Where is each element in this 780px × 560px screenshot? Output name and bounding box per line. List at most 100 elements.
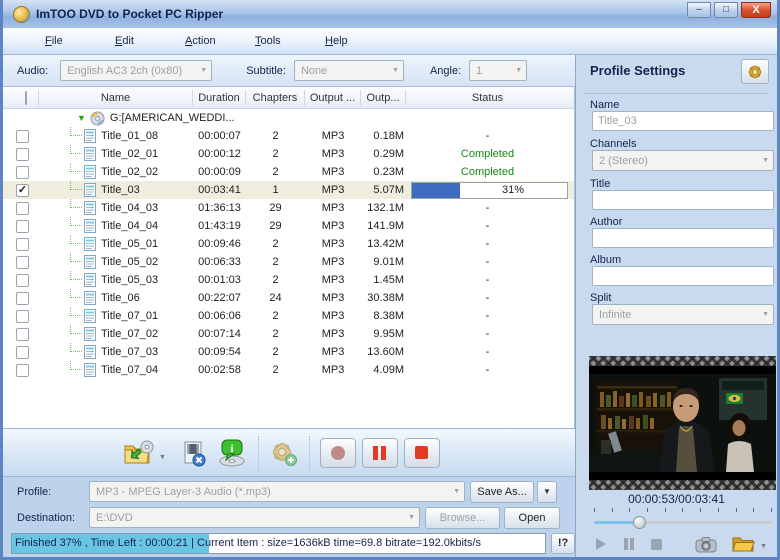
close-button[interactable]: X	[741, 2, 771, 18]
add-profile-gear-icon[interactable]	[269, 439, 299, 467]
open-dropdown-arrow-icon[interactable]: ▼	[159, 454, 166, 461]
tree-branch-line	[70, 217, 82, 226]
status-text: -	[486, 346, 490, 358]
browse-button[interactable]: Browse...	[425, 507, 500, 529]
pause-icon[interactable]	[622, 537, 636, 551]
row-checkbox[interactable]	[16, 310, 29, 323]
video-preview	[589, 356, 776, 490]
column-name[interactable]: Name	[39, 90, 193, 106]
minimize-button[interactable]: –	[687, 2, 711, 18]
channels-select[interactable]: 2 (Stereo) ▼	[592, 150, 774, 171]
menu-edit[interactable]: Edit	[115, 35, 185, 47]
column-output-format[interactable]: Output ...	[305, 90, 361, 106]
profile-settings-gear-button[interactable]	[741, 59, 769, 84]
row-checkbox[interactable]: ✓	[16, 184, 29, 197]
row-checkbox[interactable]	[16, 256, 29, 269]
title-output-size: 9.95M	[361, 325, 406, 343]
column-chapters[interactable]: Chapters	[246, 90, 305, 106]
save-as-button[interactable]: Save As...	[470, 481, 534, 503]
open-dvd-folder-icon[interactable]	[121, 438, 157, 468]
row-checkbox[interactable]	[16, 166, 29, 179]
table-row[interactable]: Title_0600:22:0724MP330.38M-	[3, 289, 574, 307]
chevron-down-icon: ▼	[386, 67, 399, 74]
save-as-dropdown-button[interactable]: ▼	[537, 481, 557, 503]
table-row[interactable]: Title_02_0200:00:092MP30.23MCompleted	[3, 163, 574, 181]
row-checkbox[interactable]	[16, 130, 29, 143]
tree-expanded-icon[interactable]: ▼	[77, 113, 86, 123]
table-row[interactable]: Title_05_0200:06:332MP39.01M-	[3, 253, 574, 271]
maximize-button[interactable]: □	[714, 2, 738, 18]
stop-icon[interactable]	[650, 538, 663, 551]
table-row[interactable]: Title_01_0800:00:072MP30.18M-	[3, 127, 574, 145]
open-button[interactable]: Open	[504, 507, 560, 529]
row-checkbox[interactable]	[16, 238, 29, 251]
column-output-size[interactable]: Outp...	[361, 90, 406, 106]
tree-branch-line	[70, 325, 82, 334]
title-chapters: 2	[246, 127, 305, 145]
table-row[interactable]: Title_04_0401:43:1929MP3141.9M-	[3, 217, 574, 235]
disc-info-icon[interactable]: i	[216, 439, 248, 467]
profile-settings-title: Profile Settings	[590, 63, 685, 78]
menu-tools[interactable]: Tools	[255, 35, 325, 47]
row-checkbox[interactable]	[16, 328, 29, 341]
row-checkbox[interactable]	[16, 292, 29, 305]
select-all-column-header[interactable]	[3, 90, 39, 106]
titles-table: Name Duration Chapters Output ... Outp..…	[3, 87, 575, 428]
record-button[interactable]	[320, 438, 356, 468]
snapshot-camera-icon[interactable]	[695, 536, 717, 553]
tree-branch-line	[70, 289, 82, 298]
table-row[interactable]: Title_07_0200:07:142MP39.95M-	[3, 325, 574, 343]
disc-row-spacer	[3, 109, 39, 127]
row-checkbox[interactable]	[16, 202, 29, 215]
author-field[interactable]	[592, 228, 774, 248]
pause-rip-button[interactable]	[362, 438, 398, 468]
angle-select[interactable]: 1 ▼	[469, 60, 527, 81]
audio-select-value: English AC3 2ch (0x80)	[67, 65, 182, 77]
disc-row[interactable]: ▼ G:[AMERICAN_WEDDI...	[3, 109, 574, 127]
menu-action[interactable]: Action	[185, 35, 255, 47]
subtitle-select[interactable]: None ▼	[294, 60, 404, 81]
menu-help[interactable]: Help	[325, 35, 395, 47]
table-row[interactable]: Title_07_0300:09:542MP313.60M-	[3, 343, 574, 361]
title-status: Completed	[406, 145, 569, 163]
open-output-folder-icon[interactable]	[731, 535, 755, 553]
remove-file-icon[interactable]	[180, 439, 208, 467]
column-status[interactable]: Status	[406, 90, 569, 106]
table-row[interactable]: Title_05_0100:09:462MP313.42M-	[3, 235, 574, 253]
help-button[interactable]: !?	[551, 533, 575, 554]
chevron-down-icon: ▼	[509, 67, 522, 74]
table-rows: Title_01_0800:00:072MP30.18M-Title_02_01…	[3, 127, 574, 379]
title-status: Completed	[406, 163, 569, 181]
split-select[interactable]: Infinite ▼	[592, 304, 774, 325]
column-duration[interactable]: Duration	[193, 90, 246, 106]
audio-select[interactable]: English AC3 2ch (0x80) ▼	[60, 60, 212, 81]
table-row[interactable]: Title_07_0100:06:062MP38.38M-	[3, 307, 574, 325]
title-status: -	[406, 271, 569, 289]
row-checkbox[interactable]	[16, 274, 29, 287]
title-field[interactable]	[592, 190, 774, 210]
table-row[interactable]: ✓Title_0300:03:411MP35.07M31%	[3, 181, 574, 199]
row-checkbox[interactable]	[16, 148, 29, 161]
play-icon[interactable]	[594, 537, 608, 551]
select-all-checkbox[interactable]	[25, 91, 27, 105]
row-checkbox[interactable]	[16, 220, 29, 233]
row-checkbox[interactable]	[16, 364, 29, 377]
folder-dropdown-arrow-icon[interactable]: ▼	[760, 543, 767, 550]
stop-rip-button[interactable]	[404, 438, 440, 468]
menu-file[interactable]: File	[45, 35, 115, 47]
seek-slider[interactable]	[594, 516, 772, 528]
row-checkbox[interactable]	[16, 346, 29, 359]
seek-thumb[interactable]	[633, 516, 646, 529]
name-field[interactable]	[592, 111, 774, 131]
row-progress-text: 31%	[460, 184, 567, 196]
table-row[interactable]: Title_07_0400:02:582MP34.09M-	[3, 361, 574, 379]
title-duration: 00:00:07	[193, 127, 246, 145]
table-row[interactable]: Title_04_0301:36:1329MP3132.1M-	[3, 199, 574, 217]
table-row[interactable]: Title_02_0100:00:122MP30.29MCompleted	[3, 145, 574, 163]
title-chapters: 24	[246, 289, 305, 307]
table-row[interactable]: Title_05_0300:01:032MP31.45M-	[3, 271, 574, 289]
title-duration: 00:00:09	[193, 163, 246, 181]
destination-select[interactable]: E:\DVD ▼	[89, 507, 420, 528]
profile-select[interactable]: MP3 - MPEG Layer-3 Audio (*.mp3) ▼	[89, 481, 465, 502]
album-field[interactable]	[592, 266, 774, 286]
